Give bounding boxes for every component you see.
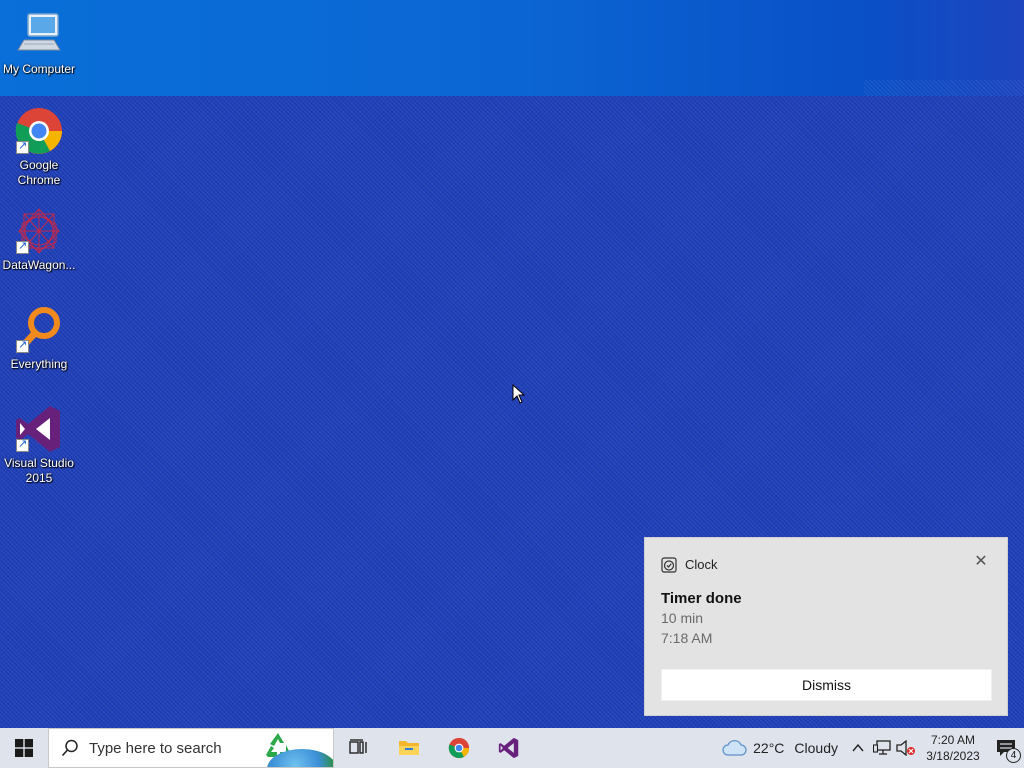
desktop-icon-label: DataWagon... xyxy=(2,258,76,272)
windows-logo-icon xyxy=(15,739,33,757)
notification-toast[interactable]: Clock ✕ Timer done 10 min 7:18 AM Dismis… xyxy=(644,537,1008,716)
datawagon-icon xyxy=(14,206,64,256)
task-view-icon xyxy=(349,739,367,754)
computer-icon xyxy=(14,10,64,60)
volume-button[interactable] xyxy=(894,728,918,768)
desktop-icon-label: Google Chrome xyxy=(17,158,61,187)
dismiss-button[interactable]: Dismiss xyxy=(661,669,992,701)
notification-time: 7:18 AM xyxy=(661,630,713,646)
wallpaper-band xyxy=(0,0,1024,96)
taskbar: Type here to search 22°C Cloudy 7:20 AM … xyxy=(0,728,1024,768)
desktop-icon-label: Everything xyxy=(10,357,68,371)
desktop-icon-label: Visual Studio 2015 xyxy=(4,456,74,485)
clock-time: 7:20 AM xyxy=(930,733,976,747)
desktop-icon-everything[interactable]: Everything xyxy=(0,305,78,372)
close-icon[interactable]: ✕ xyxy=(971,552,991,572)
file-explorer-icon xyxy=(399,741,419,755)
volume-muted-icon xyxy=(896,740,915,756)
visual-studio-icon xyxy=(14,404,64,454)
start-button[interactable] xyxy=(0,728,48,768)
clock-app-icon xyxy=(661,557,677,573)
taskbar-clock[interactable]: 7:20 AM 3/18/2023 xyxy=(918,732,988,764)
desktop-icon-datawagon[interactable]: DataWagon... xyxy=(0,206,78,273)
network-icon xyxy=(873,740,891,755)
system-tray: 22°C Cloudy 7:20 AM 3/18/2023 4 xyxy=(713,728,1024,768)
notification-app-name: Clock xyxy=(685,557,718,572)
chrome-icon xyxy=(448,737,470,759)
show-hidden-icons-button[interactable] xyxy=(846,728,870,768)
notification-duration: 10 min xyxy=(661,610,704,626)
shortcut-arrow-icon xyxy=(16,437,29,452)
desktop-icon-label: My Computer xyxy=(2,62,76,76)
mouse-cursor-icon xyxy=(512,384,526,404)
desktop-icon-visual-studio[interactable]: Visual Studio 2015 xyxy=(0,404,78,486)
search-icon xyxy=(61,739,78,757)
task-view-button[interactable] xyxy=(334,728,384,768)
search-placeholder: Type here to search xyxy=(89,739,222,757)
taskbar-search-box[interactable]: Type here to search xyxy=(48,728,334,768)
chrome-icon xyxy=(14,106,64,156)
cloud-icon xyxy=(722,740,747,756)
weather-temperature: 22°C xyxy=(753,740,785,756)
chrome-taskbar-button[interactable] xyxy=(434,728,484,768)
clock-date: 3/18/2023 xyxy=(926,749,980,763)
network-button[interactable] xyxy=(870,728,894,768)
desktop-icon-google-chrome[interactable]: Google Chrome xyxy=(0,106,78,188)
shortcut-arrow-icon xyxy=(16,239,29,254)
weather-widget[interactable]: 22°C Cloudy xyxy=(713,739,846,757)
visual-studio-icon xyxy=(498,737,519,759)
desktop: My Computer Google Chrome xyxy=(0,0,1024,728)
action-center-button[interactable]: 4 xyxy=(988,728,1024,768)
visual-studio-taskbar-button[interactable] xyxy=(484,728,534,768)
weather-condition: Cloudy xyxy=(794,740,838,756)
chevron-up-icon xyxy=(852,744,864,752)
file-explorer-button[interactable] xyxy=(384,728,434,768)
shortcut-arrow-icon xyxy=(16,139,29,154)
notification-title: Timer done xyxy=(661,590,742,607)
desktop-icon-my-computer[interactable]: My Computer xyxy=(0,10,78,77)
notification-count-badge: 4 xyxy=(1006,748,1021,763)
shortcut-arrow-icon xyxy=(16,338,29,353)
everything-search-icon xyxy=(14,305,64,355)
